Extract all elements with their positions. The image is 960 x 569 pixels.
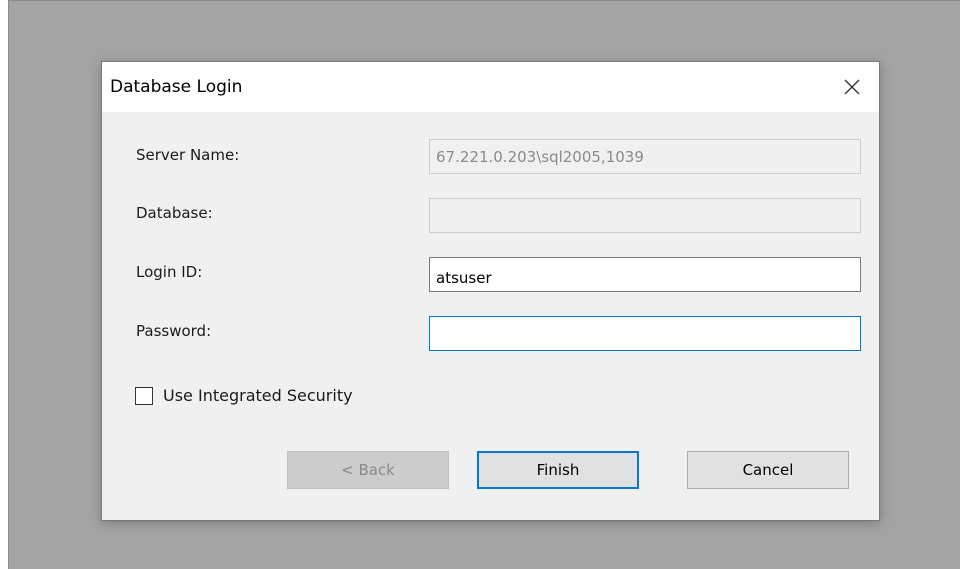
cancel-button[interactable]: Cancel (687, 451, 849, 489)
integrated-security-checkbox[interactable] (135, 386, 153, 405)
dialog-titlebar: Database Login (102, 62, 879, 112)
login-id-label: Login ID: (136, 263, 203, 281)
close-button[interactable] (825, 62, 879, 112)
database-field (429, 198, 861, 233)
finish-button[interactable]: Finish (477, 451, 639, 489)
close-icon (844, 79, 860, 95)
server-name-label: Server Name: (136, 146, 240, 164)
password-field[interactable] (429, 316, 861, 351)
background-window-edge (0, 0, 9, 569)
login-id-field[interactable] (429, 257, 861, 292)
background-frame-top (0, 0, 960, 1)
database-login-dialog: Database Login Server Name: Database: Lo… (101, 61, 880, 521)
integrated-security-label[interactable]: Use Integrated Security (163, 386, 353, 405)
back-button: < Back (287, 451, 449, 489)
server-name-field (429, 139, 861, 174)
password-label: Password: (136, 322, 212, 340)
integrated-security-row[interactable]: Use Integrated Security (135, 386, 353, 405)
database-label: Database: (136, 204, 213, 222)
dialog-title: Database Login (110, 77, 243, 97)
